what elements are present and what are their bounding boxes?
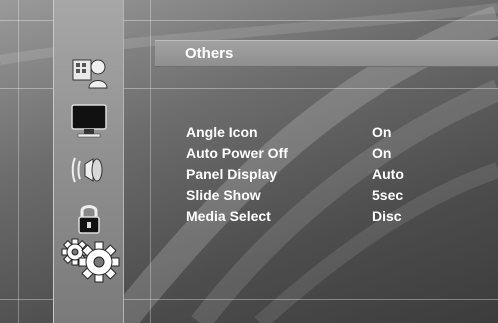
settings-list: Angle Icon On Auto Power Off On Panel Di… bbox=[186, 124, 486, 229]
language-icon bbox=[72, 59, 108, 89]
menu-screen: Others Angle Icon On Auto Power Off On P… bbox=[0, 0, 498, 323]
divider bbox=[18, 0, 19, 323]
setting-row-angle-icon[interactable]: Angle Icon On bbox=[186, 124, 486, 145]
sidebar bbox=[53, 0, 124, 323]
setting-value[interactable]: 5sec bbox=[372, 187, 403, 203]
audio-icon bbox=[71, 157, 102, 183]
page-title-bar: Others bbox=[155, 40, 498, 67]
setting-row-auto-power-off[interactable]: Auto Power Off On bbox=[186, 145, 486, 166]
setting-value[interactable]: Auto bbox=[372, 166, 404, 182]
setting-label: Angle Icon bbox=[186, 124, 258, 140]
setting-value[interactable]: Disc bbox=[372, 208, 402, 224]
sidebar-item-audio[interactable] bbox=[54, 150, 123, 190]
setting-label: Auto Power Off bbox=[186, 145, 288, 161]
divider bbox=[150, 0, 151, 323]
setting-value[interactable]: On bbox=[372, 124, 391, 140]
setting-label: Slide Show bbox=[186, 187, 261, 203]
display-icon bbox=[70, 104, 107, 138]
sidebar-item-display[interactable] bbox=[54, 101, 123, 141]
setting-label: Panel Display bbox=[186, 166, 278, 182]
setting-row-media-select[interactable]: Media Select Disc bbox=[186, 208, 486, 229]
page-title: Others bbox=[185, 45, 234, 62]
setting-row-panel-display[interactable]: Panel Display Auto bbox=[186, 166, 486, 187]
gears-icon bbox=[61, 238, 119, 283]
sidebar-item-language[interactable] bbox=[54, 52, 123, 92]
setting-label: Media Select bbox=[186, 208, 271, 224]
sidebar-item-lock[interactable] bbox=[54, 199, 123, 239]
lock-icon bbox=[77, 205, 100, 234]
sidebar-item-others[interactable] bbox=[54, 236, 123, 284]
setting-value[interactable]: On bbox=[372, 145, 391, 161]
setting-row-slide-show[interactable]: Slide Show 5sec bbox=[186, 187, 486, 208]
